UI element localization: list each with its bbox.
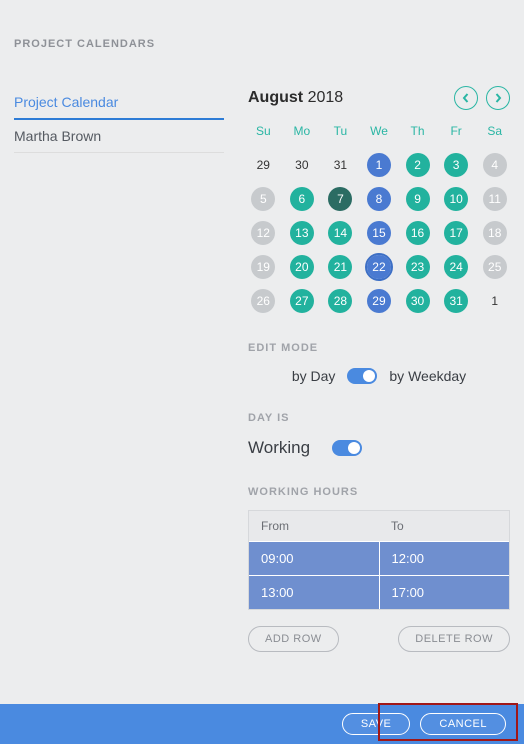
dow-header: Fr bbox=[441, 120, 472, 144]
wh-from[interactable]: 09:00 bbox=[249, 541, 379, 575]
day-is-toggle[interactable] bbox=[332, 440, 362, 456]
day-is-value: Working bbox=[248, 438, 310, 458]
calendar-day[interactable]: 20 bbox=[287, 254, 318, 280]
page-title: PROJECT CALENDARS bbox=[0, 0, 524, 50]
calendar-day[interactable]: 30 bbox=[287, 152, 318, 178]
calendar-day[interactable]: 28 bbox=[325, 288, 356, 314]
calendar-day[interactable]: 16 bbox=[402, 220, 433, 246]
prev-month-button[interactable] bbox=[454, 86, 478, 110]
calendar-day[interactable]: 22 bbox=[364, 254, 395, 280]
calendar-day[interactable]: 1 bbox=[364, 152, 395, 178]
calendar-day[interactable]: 29 bbox=[248, 152, 279, 178]
wh-header-to: To bbox=[379, 511, 509, 541]
calendar-day[interactable]: 14 bbox=[325, 220, 356, 246]
save-button[interactable]: SAVE bbox=[342, 713, 411, 735]
wh-to[interactable]: 17:00 bbox=[379, 575, 510, 609]
footer-bar: SAVE CANCEL bbox=[0, 704, 524, 744]
sidebar: Project CalendarMartha Brown bbox=[14, 86, 224, 652]
dow-header: Su bbox=[248, 120, 279, 144]
calendar-day[interactable]: 18 bbox=[479, 220, 510, 246]
working-hours-header: From To bbox=[249, 511, 509, 541]
calendar-day[interactable]: 8 bbox=[364, 186, 395, 212]
edit-mode-by-day: by Day bbox=[292, 368, 336, 384]
working-hours-buttons: ADD ROW DELETE ROW bbox=[248, 626, 510, 652]
calendar-day[interactable]: 19 bbox=[248, 254, 279, 280]
calendar-day[interactable]: 29 bbox=[364, 288, 395, 314]
calendar-day[interactable]: 15 bbox=[364, 220, 395, 246]
calendar-day[interactable]: 21 bbox=[325, 254, 356, 280]
calendar-day[interactable]: 7 bbox=[325, 186, 356, 212]
calendar-day[interactable]: 1 bbox=[479, 288, 510, 314]
delete-row-button[interactable]: DELETE ROW bbox=[398, 626, 510, 652]
add-row-button[interactable]: ADD ROW bbox=[248, 626, 339, 652]
dow-header: Tu bbox=[325, 120, 356, 144]
calendar-day[interactable]: 25 bbox=[479, 254, 510, 280]
calendar-year: 2018 bbox=[308, 89, 344, 106]
working-hours-table: From To 09:0012:0013:0017:00 bbox=[248, 510, 510, 610]
edit-mode-toggle[interactable] bbox=[347, 368, 377, 384]
calendar-day[interactable]: 26 bbox=[248, 288, 279, 314]
edit-mode-label: EDIT MODE bbox=[248, 342, 510, 354]
chevron-left-icon bbox=[461, 93, 471, 103]
calendar-day[interactable]: 9 bbox=[402, 186, 433, 212]
wh-from[interactable]: 13:00 bbox=[249, 575, 379, 609]
calendar-nav bbox=[454, 86, 510, 110]
sidebar-item-0[interactable]: Project Calendar bbox=[14, 86, 224, 120]
dow-header: Sa bbox=[479, 120, 510, 144]
calendar-title: August 2018 bbox=[248, 89, 343, 107]
wh-header-from: From bbox=[249, 511, 379, 541]
cancel-button[interactable]: CANCEL bbox=[420, 713, 506, 735]
calendar-day[interactable]: 31 bbox=[441, 288, 472, 314]
calendar-day[interactable]: 10 bbox=[441, 186, 472, 212]
calendar-day[interactable]: 3 bbox=[441, 152, 472, 178]
edit-mode-row: by Day by Weekday bbox=[248, 368, 510, 384]
calendar-day[interactable]: 13 bbox=[287, 220, 318, 246]
calendar-day[interactable]: 24 bbox=[441, 254, 472, 280]
calendar-day[interactable]: 30 bbox=[402, 288, 433, 314]
next-month-button[interactable] bbox=[486, 86, 510, 110]
day-is-label: DAY IS bbox=[248, 412, 510, 424]
working-hours-label: WORKING HOURS bbox=[248, 486, 510, 498]
main-panel: August 2018 SuMoTuWeThFrSa29303112345678… bbox=[224, 86, 510, 652]
calendar-day[interactable]: 2 bbox=[402, 152, 433, 178]
table-row[interactable]: 09:0012:00 bbox=[249, 541, 509, 575]
calendar-day[interactable]: 5 bbox=[248, 186, 279, 212]
calendar-day[interactable]: 6 bbox=[287, 186, 318, 212]
table-row[interactable]: 13:0017:00 bbox=[249, 575, 509, 609]
calendar-header: August 2018 bbox=[248, 86, 510, 110]
calendar-day[interactable]: 17 bbox=[441, 220, 472, 246]
calendar-day[interactable]: 27 bbox=[287, 288, 318, 314]
dow-header: Th bbox=[402, 120, 433, 144]
content-area: Project CalendarMartha Brown August 2018… bbox=[0, 50, 524, 652]
calendar-day[interactable]: 12 bbox=[248, 220, 279, 246]
wh-to[interactable]: 12:00 bbox=[379, 541, 510, 575]
chevron-right-icon bbox=[493, 93, 503, 103]
calendar-day[interactable]: 31 bbox=[325, 152, 356, 178]
calendar-day[interactable]: 4 bbox=[479, 152, 510, 178]
dow-header: Mo bbox=[287, 120, 318, 144]
calendar-month: August bbox=[248, 89, 303, 106]
dow-header: We bbox=[364, 120, 395, 144]
day-is-row: Working bbox=[248, 438, 510, 458]
sidebar-item-1[interactable]: Martha Brown bbox=[14, 120, 224, 153]
calendar-day[interactable]: 11 bbox=[479, 186, 510, 212]
calendar-day[interactable]: 23 bbox=[402, 254, 433, 280]
edit-mode-by-weekday: by Weekday bbox=[389, 368, 466, 384]
calendar-grid: SuMoTuWeThFrSa29303112345678910111213141… bbox=[248, 120, 510, 314]
